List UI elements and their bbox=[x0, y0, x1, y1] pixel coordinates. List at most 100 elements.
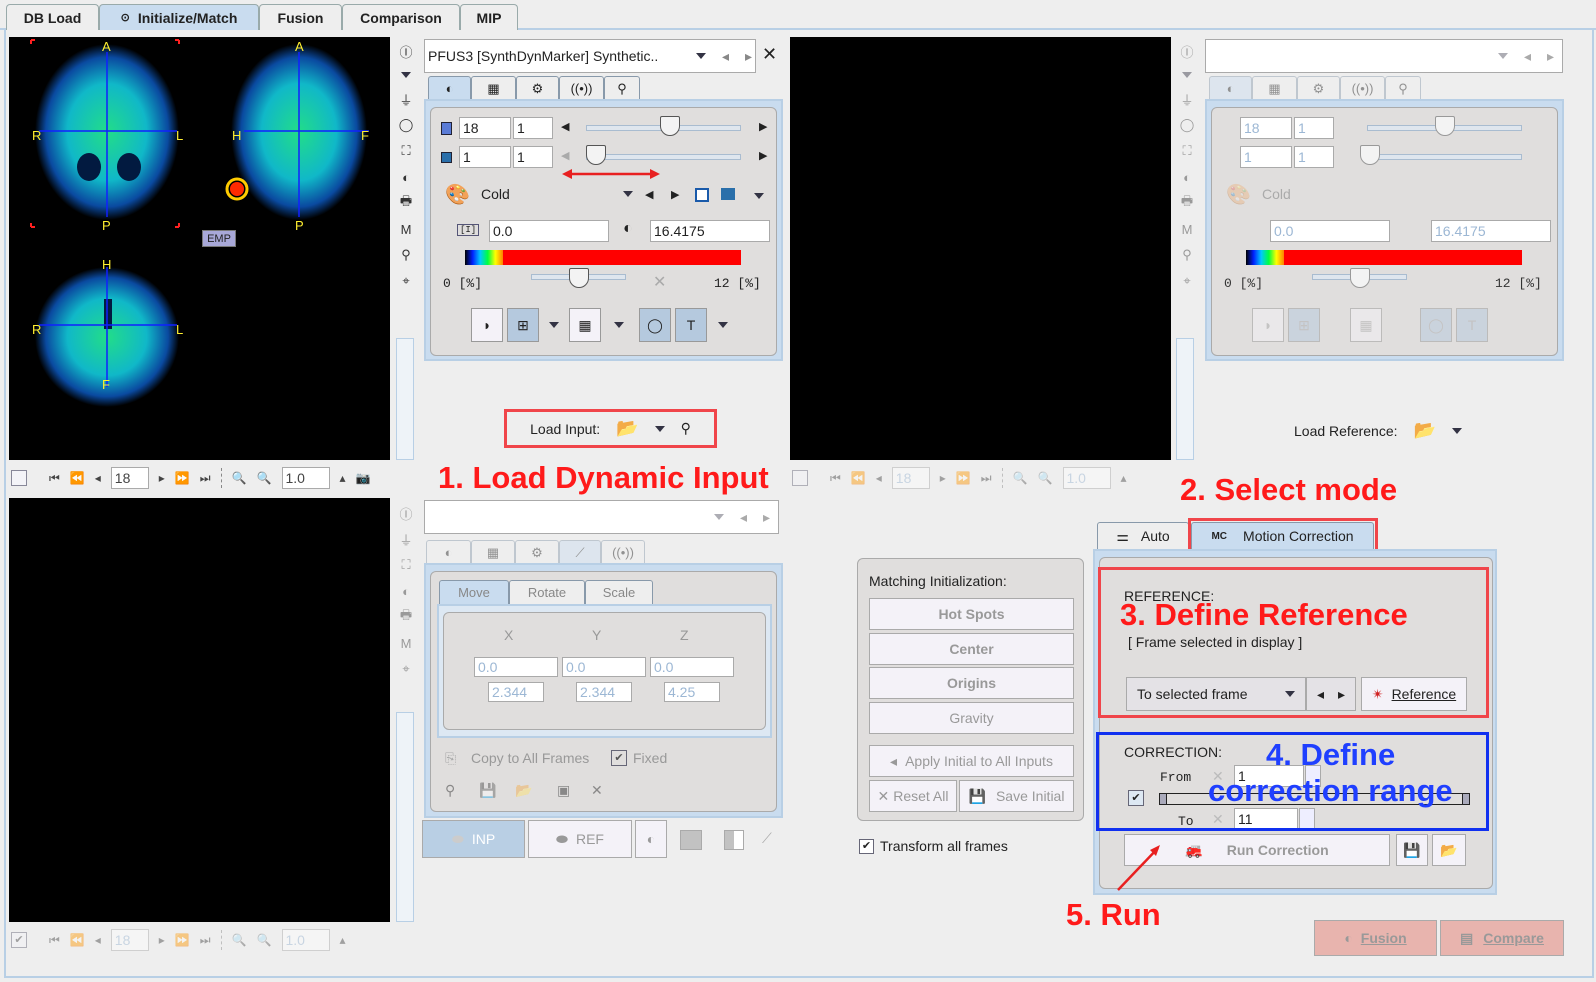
open-folder-icon[interactable]: 📂 bbox=[515, 782, 532, 799]
save-button[interactable]: 💾 bbox=[1396, 834, 1428, 866]
step-y-field[interactable]: 2.344 bbox=[576, 682, 632, 702]
tree-button[interactable]: ⊞ bbox=[1288, 308, 1320, 342]
info-icon[interactable]: Ⓘ bbox=[1178, 42, 1196, 60]
frame-field[interactable]: 18 bbox=[1240, 117, 1292, 139]
chevron-down-icon[interactable] bbox=[1451, 427, 1462, 434]
last-frame-icon[interactable]: ⏭ bbox=[200, 933, 211, 948]
tab-move[interactable]: Move bbox=[439, 580, 509, 604]
chart-icon[interactable]: ⟋ bbox=[762, 830, 772, 847]
step-z-field[interactable]: 4.25 bbox=[664, 682, 720, 702]
colormap-select[interactable]: Cold bbox=[481, 186, 633, 202]
next-icon[interactable]: ▸ bbox=[763, 509, 770, 526]
prev-icon[interactable]: ◂ bbox=[1524, 48, 1531, 65]
print-icon[interactable]: 🖶 bbox=[397, 607, 415, 626]
center-button[interactable]: Center bbox=[869, 633, 1074, 665]
chevron-down-icon[interactable] bbox=[718, 322, 728, 328]
apply-initial-button[interactable]: ◂ Apply Initial to All Inputs bbox=[869, 745, 1074, 777]
crosshair-icon[interactable]: ⌖ bbox=[1178, 272, 1196, 290]
tab-pin[interactable]: ⚲ bbox=[1385, 76, 1421, 100]
move-y-field[interactable]: 0.0 bbox=[562, 657, 646, 677]
ref-button[interactable]: ⬬ REF bbox=[528, 820, 632, 858]
next-frame-icon[interactable]: ▸ bbox=[159, 471, 165, 485]
zoom-field[interactable]: 1.0 bbox=[281, 467, 330, 489]
grid-button[interactable]: ▦ bbox=[1350, 308, 1382, 342]
zoom-field[interactable]: 1.0 bbox=[1062, 467, 1111, 489]
split-view-icon[interactable] bbox=[724, 830, 744, 850]
tree-button[interactable]: ⊞ bbox=[507, 308, 539, 342]
frame-slider-thumb[interactable] bbox=[660, 116, 681, 136]
inp-button[interactable]: ⬬ INP bbox=[422, 820, 525, 858]
sync-checkbox[interactable] bbox=[11, 470, 27, 486]
next-icon[interactable]: ▸ bbox=[1547, 48, 1554, 65]
frame-number-field[interactable]: 18 bbox=[891, 467, 930, 489]
save-initial-button[interactable]: 💾 Save Initial bbox=[959, 780, 1074, 812]
colormap-next-icon[interactable]: ▶ bbox=[671, 188, 679, 201]
rewind-icon[interactable]: ⏪ bbox=[851, 471, 866, 485]
zoom-out-icon[interactable]: 🔍 bbox=[1038, 471, 1053, 485]
threshold-slider-thumb[interactable] bbox=[568, 268, 589, 288]
first-frame-icon[interactable]: ⏮ bbox=[49, 471, 60, 486]
print-icon[interactable]: 🖶 bbox=[1178, 193, 1196, 212]
reference-scrollbar[interactable] bbox=[1176, 338, 1194, 460]
zoom-in-icon[interactable]: 🔍 bbox=[1013, 471, 1028, 485]
tab-sound[interactable]: ((•)) bbox=[1340, 76, 1385, 100]
up-icon[interactable]: ▴ bbox=[340, 933, 346, 947]
tab-layout[interactable]: ▦ bbox=[1252, 76, 1297, 100]
info-icon[interactable]: Ⓘ bbox=[397, 504, 415, 522]
reference-series-select[interactable]: ◂ ▸ bbox=[1205, 39, 1563, 73]
blend-button[interactable]: ◐ bbox=[635, 820, 667, 858]
color-bar[interactable] bbox=[1246, 250, 1522, 265]
tab-pin[interactable]: ⚲ bbox=[604, 76, 640, 100]
max-value-field[interactable]: 16.4175 bbox=[650, 220, 770, 242]
slice-prev-icon[interactable]: ◀ bbox=[561, 149, 569, 162]
tab-layout[interactable]: ▦ bbox=[471, 540, 515, 564]
reset-threshold-icon[interactable]: ✕ bbox=[653, 272, 666, 292]
origins-button[interactable]: Origins bbox=[869, 667, 1074, 699]
slice-field[interactable]: 1 bbox=[459, 146, 511, 168]
chevron-down-icon[interactable] bbox=[1182, 72, 1192, 78]
tab-color[interactable]: ◐ bbox=[428, 76, 471, 100]
prev-frame-icon[interactable]: ◂ bbox=[95, 471, 101, 485]
zoom-field[interactable]: 1.0 bbox=[281, 929, 330, 951]
rewind-icon[interactable]: ⏪ bbox=[70, 471, 85, 485]
fusion-series-select[interactable]: ◂ ▸ bbox=[424, 500, 779, 534]
invert-icon[interactable]: ▣ bbox=[557, 782, 570, 799]
slice-slider[interactable] bbox=[586, 154, 741, 160]
tab-rotate[interactable]: Rotate bbox=[509, 580, 585, 604]
marker-icon[interactable]: M bbox=[397, 220, 415, 238]
chevron-down-icon[interactable] bbox=[614, 322, 624, 328]
prev-frame-icon[interactable]: ◂ bbox=[876, 471, 882, 485]
open-button[interactable]: 📂 bbox=[1432, 834, 1466, 866]
contour-button[interactable]: ◯ bbox=[639, 308, 671, 342]
print-icon[interactable]: 🖶 bbox=[397, 193, 415, 212]
colormap-select[interactable]: Cold bbox=[1262, 186, 1291, 202]
frame-step-field[interactable]: 1 bbox=[1294, 117, 1334, 139]
tab-tools[interactable]: ⚙ bbox=[1297, 76, 1340, 100]
info-icon[interactable]: Ⓘ bbox=[397, 42, 415, 60]
marker-icon[interactable]: M bbox=[397, 634, 415, 652]
reset-all-button[interactable]: ✕ Reset All bbox=[869, 780, 957, 812]
prev-icon[interactable]: ◂ bbox=[722, 48, 729, 65]
fusion-scrollbar[interactable] bbox=[396, 712, 414, 922]
rewind-icon[interactable]: ⏪ bbox=[70, 933, 85, 947]
color-bar[interactable] bbox=[465, 250, 741, 265]
single-view-icon[interactable] bbox=[680, 830, 702, 850]
tab-sound[interactable]: ((•)) bbox=[601, 540, 645, 564]
frame-next-icon[interactable]: ▶ bbox=[759, 120, 767, 133]
overlay-button[interactable]: ◗ bbox=[1252, 308, 1284, 342]
save-icon[interactable]: 💾 bbox=[479, 782, 496, 799]
tab-scale[interactable]: Scale bbox=[585, 580, 653, 604]
invert-icon[interactable] bbox=[695, 188, 709, 202]
tab-auto[interactable]: ⚌ Auto bbox=[1097, 522, 1189, 549]
up-icon[interactable]: ▴ bbox=[340, 471, 346, 485]
layout-icon[interactable]: ⏚ bbox=[1178, 90, 1196, 108]
last-frame-icon[interactable]: ⏭ bbox=[981, 471, 992, 486]
layout-icon[interactable]: ⏚ bbox=[397, 530, 415, 548]
tab-sound[interactable]: ((•)) bbox=[559, 76, 604, 100]
pin-icon[interactable]: ⚲ bbox=[1178, 246, 1196, 264]
first-frame-icon[interactable]: ⏮ bbox=[49, 933, 60, 948]
zoom-out-icon[interactable]: 🔍 bbox=[257, 933, 272, 947]
fit-icon[interactable]: ⛶ bbox=[397, 142, 415, 160]
forward-icon[interactable]: ⏩ bbox=[175, 933, 190, 947]
zoom-out-icon[interactable]: 🔍 bbox=[257, 471, 272, 485]
